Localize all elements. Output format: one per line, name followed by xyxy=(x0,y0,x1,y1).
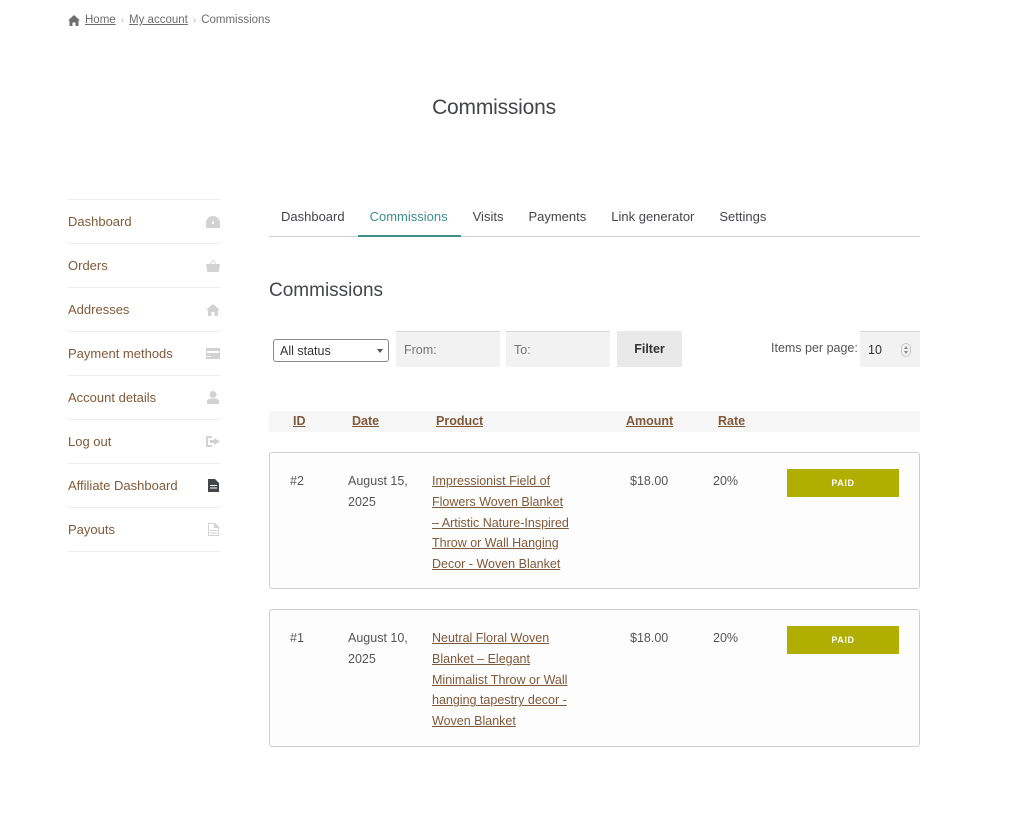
column-header-amount[interactable]: Amount xyxy=(626,414,673,428)
breadcrumb-separator: › xyxy=(120,14,125,26)
filter-button[interactable]: Filter xyxy=(617,331,682,367)
tab-payments[interactable]: Payments xyxy=(516,200,599,237)
tab-visits[interactable]: Visits xyxy=(461,200,517,237)
sidebar-item-affiliate-dashboard[interactable]: Affiliate Dashboard xyxy=(68,464,220,508)
commission-date: August 10, 2025 xyxy=(348,631,408,666)
status-select[interactable]: All status xyxy=(273,339,389,362)
sidebar-item-payouts[interactable]: Payouts xyxy=(68,508,220,552)
sidebar-item-orders[interactable]: Orders xyxy=(68,244,220,288)
dashboard-icon xyxy=(206,215,220,229)
affiliate-tabs: Dashboard Commissions Visits Payments Li… xyxy=(269,200,920,237)
sidebar-item-dashboard[interactable]: Dashboard xyxy=(68,200,220,244)
sidebar-item-label: Payment methods xyxy=(68,346,173,361)
tab-commissions[interactable]: Commissions xyxy=(357,200,461,237)
sidebar-item-label: Addresses xyxy=(68,302,130,317)
table-header: ID Date Product Amount Rate xyxy=(269,411,920,432)
home-icon xyxy=(68,14,80,26)
breadcrumb: Home › My account › Commissions xyxy=(68,14,270,26)
status-badge: PAID xyxy=(787,469,899,497)
breadcrumb-separator: › xyxy=(192,14,197,26)
commission-id: #2 xyxy=(290,474,304,488)
credit-card-icon xyxy=(206,347,220,361)
sidebar-item-label: Dashboard xyxy=(68,214,132,229)
sidebar-item-label: Orders xyxy=(68,258,108,273)
items-per-page-value: 10 xyxy=(868,343,882,357)
items-per-page-input[interactable]: 10 xyxy=(860,331,920,367)
items-per-page-label: Items per page: xyxy=(771,341,858,355)
product-link[interactable]: Neutral Floral Woven Blanket – Elegant M… xyxy=(432,628,572,732)
column-header-id[interactable]: ID xyxy=(293,414,306,428)
number-spinner-icon[interactable] xyxy=(901,343,911,357)
document-outline-icon xyxy=(206,523,220,537)
to-date-input[interactable] xyxy=(506,331,610,367)
account-navigation: Dashboard Orders Addresses Payment metho… xyxy=(68,199,220,552)
sidebar-item-addresses[interactable]: Addresses xyxy=(68,288,220,332)
column-header-rate[interactable]: Rate xyxy=(718,414,745,428)
user-icon xyxy=(206,391,220,405)
commission-amount: $18.00 xyxy=(630,631,669,645)
chevron-down-icon xyxy=(377,349,383,353)
logout-icon xyxy=(206,435,220,449)
breadcrumb-current: Commissions xyxy=(201,14,271,26)
commission-rate: 20% xyxy=(713,474,739,488)
from-date-input[interactable] xyxy=(396,331,500,367)
sidebar-item-label: Account details xyxy=(68,390,157,405)
table-row: #2 August 15, 2025 Impressionist Field o… xyxy=(269,452,920,589)
commission-amount: $18.00 xyxy=(630,474,669,488)
column-header-date[interactable]: Date xyxy=(352,414,379,428)
breadcrumb-account-link[interactable]: My account xyxy=(129,14,188,26)
table-row: #1 August 10, 2025 Neutral Floral Woven … xyxy=(269,609,920,747)
sidebar-item-payment-methods[interactable]: Payment methods xyxy=(68,332,220,376)
page-title: Commissions xyxy=(432,96,556,119)
basket-icon xyxy=(206,259,220,273)
column-header-product[interactable]: Product xyxy=(436,414,483,428)
section-title: Commissions xyxy=(269,280,384,301)
commission-rate: 20% xyxy=(713,631,739,645)
sidebar-item-account-details[interactable]: Account details xyxy=(68,376,220,420)
sidebar-item-label: Log out xyxy=(68,434,112,449)
tab-link-generator[interactable]: Link generator xyxy=(599,200,707,237)
tab-settings[interactable]: Settings xyxy=(707,200,779,237)
sidebar-item-log-out[interactable]: Log out xyxy=(68,420,220,464)
product-link[interactable]: Impressionist Field of Flowers Woven Bla… xyxy=(432,471,572,575)
commission-id: #1 xyxy=(290,631,304,645)
tab-dashboard[interactable]: Dashboard xyxy=(269,200,358,237)
breadcrumb-home-link[interactable]: Home xyxy=(85,14,116,26)
sidebar-item-label: Payouts xyxy=(68,522,115,537)
home-icon xyxy=(206,303,220,317)
commission-date: August 15, 2025 xyxy=(348,474,408,509)
sidebar-item-label: Affiliate Dashboard xyxy=(68,478,178,493)
document-icon xyxy=(206,479,220,493)
status-select-value: All status xyxy=(280,344,331,358)
status-badge: PAID xyxy=(787,626,899,654)
